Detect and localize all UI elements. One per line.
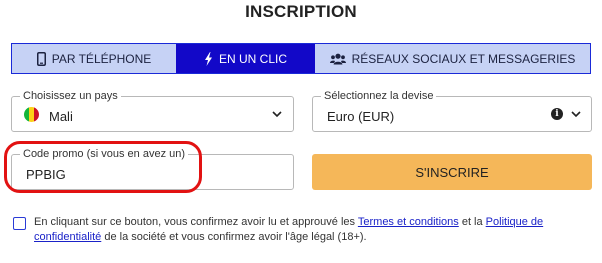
tab-social-networks[interactable]: RÉSEAUX SOCIAUX ET MESSAGERIES — [315, 44, 590, 73]
tab-social-networks-label: RÉSEAUX SOCIAUX ET MESSAGERIES — [351, 51, 576, 66]
terms-text-part: et la — [458, 216, 486, 228]
chevron-down-icon — [272, 111, 282, 118]
terms-text-part: de la société et vous confirmez avoir l'… — [101, 231, 367, 243]
terms-text: En cliquant sur ce bouton, vous confirme… — [34, 215, 574, 245]
country-select[interactable]: Choisissez un pays Mali — [11, 89, 294, 132]
tab-one-click[interactable]: EN UN CLIC — [176, 44, 315, 73]
country-select-label: Choisissez un pays — [20, 89, 121, 103]
terms-text-part: En cliquant sur ce bouton, vous confirme… — [34, 216, 358, 228]
info-icon[interactable]: i — [551, 108, 563, 120]
mali-flag-icon — [24, 107, 39, 122]
currency-select-value: Euro (EUR) — [327, 109, 395, 124]
chevron-down-icon — [571, 111, 581, 118]
users-icon — [329, 53, 346, 64]
currency-select[interactable]: Sélectionnez la devise Euro (EUR) i — [312, 89, 592, 132]
tab-phone-label: PAR TÉLÉPHONE — [51, 51, 152, 66]
page-title: INSCRIPTION — [245, 2, 357, 21]
signup-button[interactable]: S'INSCRIRE — [312, 154, 592, 190]
terms-conditions-link[interactable]: Termes et conditions — [358, 216, 459, 228]
promo-highlight-annotation — [4, 141, 202, 193]
signup-method-tabs: PAR TÉLÉPHONE EN UN CLIC RÉSEAUX SOCIAUX… — [11, 43, 591, 74]
currency-select-label: Sélectionnez la devise — [321, 89, 437, 103]
tab-one-click-label: EN UN CLIC — [218, 51, 287, 66]
terms-checkbox[interactable] — [13, 217, 26, 230]
tab-phone[interactable]: PAR TÉLÉPHONE — [12, 44, 176, 73]
phone-icon — [36, 51, 46, 66]
lightning-icon — [204, 51, 212, 66]
country-select-value: Mali — [49, 109, 73, 124]
